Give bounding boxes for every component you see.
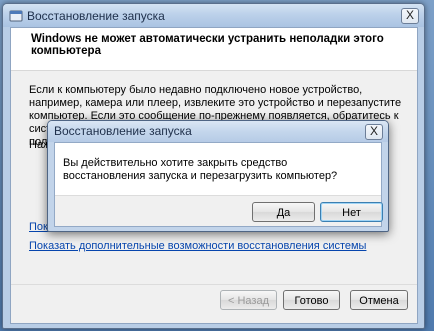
no-button[interactable]: Нет — [320, 202, 383, 222]
dialog-title: Восстановление запуска — [54, 124, 192, 138]
main-window-title: Восстановление запуска — [27, 9, 165, 23]
windows-app-icon — [9, 10, 23, 22]
cancel-button[interactable]: Отмена — [350, 290, 408, 310]
dialog-content: Вы действительно хотите закрыть средство… — [54, 142, 383, 227]
dialog-close-button[interactable]: X — [365, 124, 383, 140]
confirm-restart-dialog: Восстановление запуска X Вы действительн… — [47, 120, 389, 232]
close-icon: X — [405, 8, 414, 22]
main-close-button[interactable]: X — [401, 8, 419, 24]
dialog-title-bar: Восстановление запуска X — [48, 121, 388, 142]
advanced-recovery-options-link[interactable]: Показать дополнительные возможности восс… — [29, 240, 366, 252]
page-heading: Windows не может автоматически устранить… — [31, 33, 384, 57]
back-button[interactable]: < Назад — [220, 290, 277, 310]
yes-button[interactable]: Да — [252, 202, 315, 222]
header-band: Windows не может автоматически устранить… — [11, 28, 417, 71]
dialog-message: Вы действительно хотите закрыть средство… — [63, 157, 338, 182]
main-title-bar: Восстановление запуска X — [3, 4, 424, 27]
dialog-footer: Да Нет — [55, 195, 383, 226]
finish-button[interactable]: Готово — [283, 290, 340, 310]
close-icon: X — [369, 124, 378, 138]
